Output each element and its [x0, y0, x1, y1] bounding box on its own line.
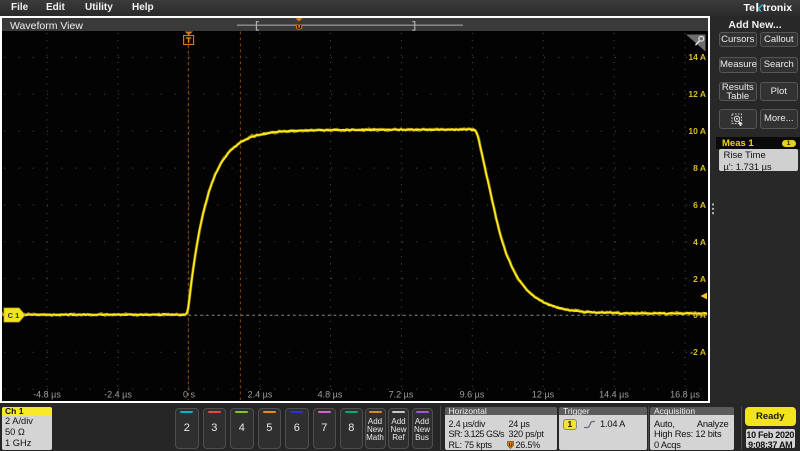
svg-text:14.4 µs: 14.4 µs: [599, 390, 629, 400]
svg-text:4 A: 4 A: [693, 237, 706, 247]
svg-text:10 A: 10 A: [688, 126, 706, 136]
svg-text:8 A: 8 A: [693, 163, 706, 173]
svg-text:12 A: 12 A: [688, 89, 706, 99]
svg-text:12 µs: 12 µs: [532, 390, 555, 400]
svg-text:U: U: [508, 442, 512, 448]
svg-text:6 A: 6 A: [693, 200, 706, 210]
svg-text:0 A: 0 A: [693, 310, 706, 320]
svg-text:14 A: 14 A: [688, 52, 706, 62]
svg-text:4.8 µs: 4.8 µs: [318, 390, 343, 400]
svg-text:-2.4 µs: -2.4 µs: [104, 390, 132, 400]
svg-text:C 1: C 1: [8, 311, 20, 320]
svg-text:-4.8 µs: -4.8 µs: [33, 390, 61, 400]
svg-text:16.8 µs: 16.8 µs: [670, 390, 700, 400]
svg-text:2.4 µs: 2.4 µs: [248, 390, 273, 400]
svg-text:9.6 µs: 9.6 µs: [460, 390, 485, 400]
svg-text:0 s: 0 s: [183, 390, 196, 400]
svg-text:-2 A: -2 A: [690, 347, 706, 357]
svg-text:7.2 µs: 7.2 µs: [389, 390, 414, 400]
svg-text:2 A: 2 A: [693, 274, 706, 284]
